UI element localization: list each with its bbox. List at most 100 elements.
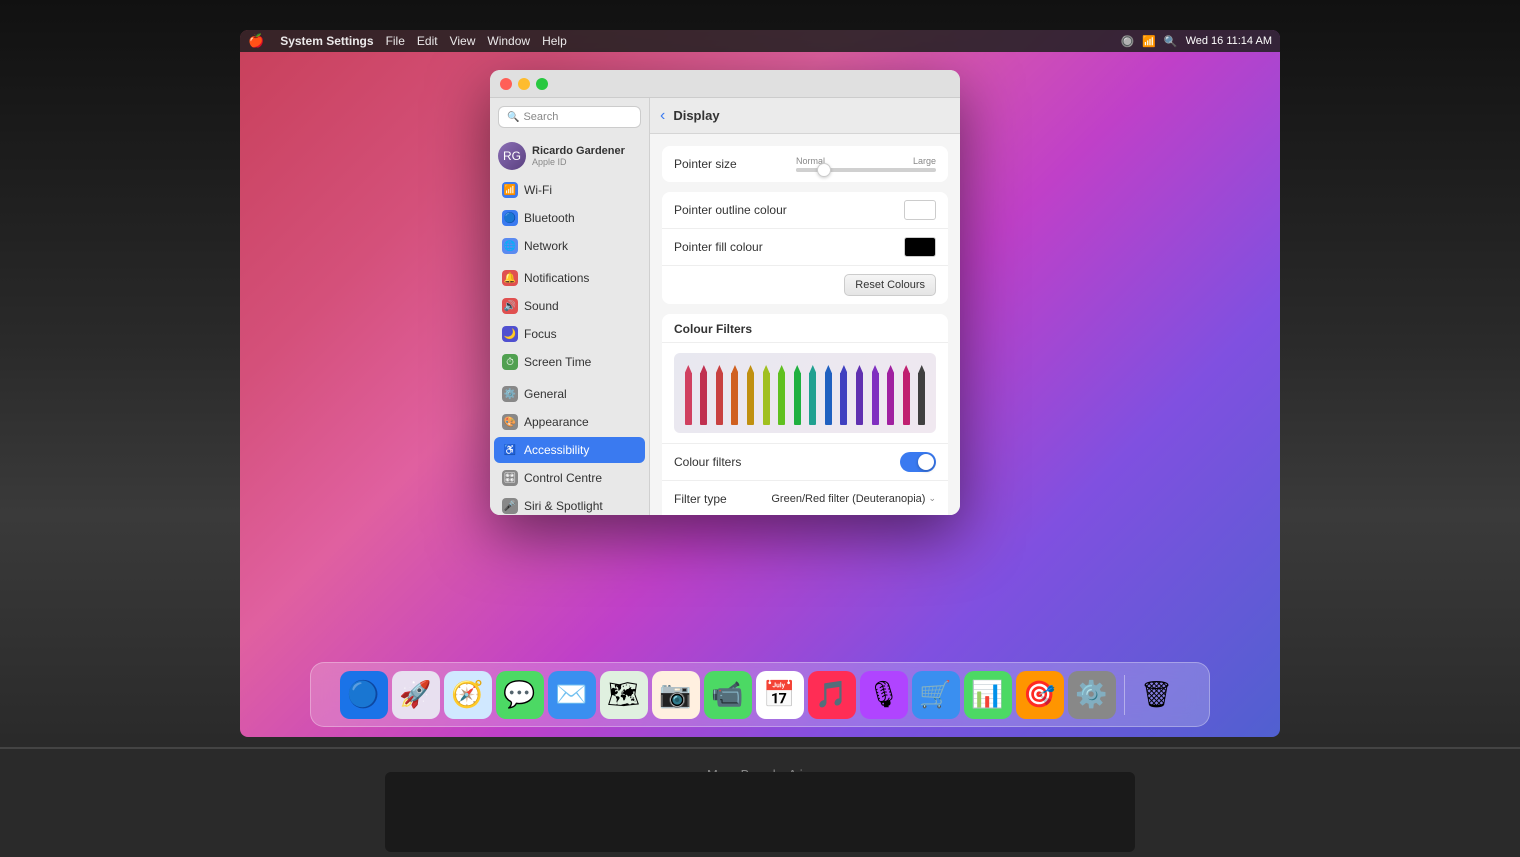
search-bar[interactable]: 🔍 Search xyxy=(498,106,641,128)
dock-facetime[interactable]: 📹 xyxy=(704,671,752,719)
window-menu[interactable]: Window xyxy=(487,34,530,48)
sidebar-item-wifi[interactable]: 📶 Wi-Fi xyxy=(494,177,645,203)
filter-type-label: Filter type xyxy=(674,492,771,506)
sidebar-item-sound[interactable]: 🔊 Sound xyxy=(494,293,645,319)
app-menu[interactable]: System Settings xyxy=(280,34,373,48)
pointer-fill-swatch[interactable] xyxy=(904,237,936,257)
dock-keynote[interactable]: 🎯 xyxy=(1016,671,1064,719)
pencil-tip-15 xyxy=(918,365,925,373)
maximize-button[interactable] xyxy=(536,78,548,90)
pointer-outline-swatch[interactable] xyxy=(904,200,936,220)
sidebar-item-general[interactable]: ⚙️ General xyxy=(494,381,645,407)
sidebar-item-siri-label: Siri & Spotlight xyxy=(524,499,603,513)
pencil-tip-5 xyxy=(763,365,770,373)
filter-type-dropdown[interactable]: Green/Red filter (Deuteranopia) ⌄ xyxy=(771,493,936,505)
dock-trash[interactable]: 🗑 xyxy=(1133,671,1181,719)
window-body: 🔍 Search RG Ricardo Gardener Apple ID 📶 … xyxy=(490,98,960,515)
pencil-9 xyxy=(822,365,835,425)
dock-messages[interactable]: 💬 xyxy=(496,671,544,719)
pencil-body-0 xyxy=(685,373,692,425)
search-icon: 🔍 xyxy=(507,112,519,123)
pencil-body-13 xyxy=(887,373,894,425)
user-profile[interactable]: RG Ricardo Gardener Apple ID xyxy=(490,136,649,176)
dock: 🔵 🚀 🧭 💬 ✉️ 🗺 📷 📹 📅 🎵 🎙 🛒 📊 🎯 ⚙️ 🗑 xyxy=(310,662,1210,727)
dock-mail[interactable]: ✉️ xyxy=(548,671,596,719)
pencil-0 xyxy=(682,365,695,425)
close-button[interactable] xyxy=(500,78,512,90)
sidebar-item-controlcentre[interactable]: 🎛 Control Centre xyxy=(494,465,645,491)
dock-numbers[interactable]: 📊 xyxy=(964,671,1012,719)
sidebar-item-accessibility[interactable]: ♿ Accessibility xyxy=(494,437,645,463)
pointer-size-row: Pointer size Normal Large xyxy=(662,146,948,182)
reset-colours-button[interactable]: Reset Colours xyxy=(844,274,936,296)
control-center-icon[interactable]: 🔘 xyxy=(1120,35,1134,48)
edit-menu[interactable]: Edit xyxy=(417,34,438,48)
sidebar-item-appearance[interactable]: 🎨 Appearance xyxy=(494,409,645,435)
sidebar-item-sound-label: Sound xyxy=(524,299,559,313)
pencil-tip-6 xyxy=(778,365,785,373)
pencil-tip-7 xyxy=(794,365,801,373)
screentime-icon: ⏱ xyxy=(502,354,518,370)
slider-labels: Normal Large xyxy=(796,156,936,166)
pointer-fill-label: Pointer fill colour xyxy=(674,240,904,254)
sidebar-item-bluetooth[interactable]: 🔵 Bluetooth xyxy=(494,205,645,231)
dock-maps[interactable]: 🗺 xyxy=(600,671,648,719)
main-content: ‹ Display Pointer size Normal xyxy=(650,98,960,515)
dropdown-chevron-icon: ⌄ xyxy=(928,493,936,504)
search-placeholder: Search xyxy=(523,111,558,123)
pencil-14 xyxy=(900,365,913,425)
dock-safari[interactable]: 🧭 xyxy=(444,671,492,719)
pencil-tip-11 xyxy=(856,365,863,373)
pointer-outline-row: Pointer outline colour xyxy=(662,192,948,229)
pencil-tip-2 xyxy=(716,365,723,373)
pointer-size-slider[interactable] xyxy=(796,168,936,172)
pencil-body-8 xyxy=(809,373,816,425)
pencil-body-3 xyxy=(731,373,738,425)
pencil-body-12 xyxy=(872,373,879,425)
pencil-body-1 xyxy=(700,373,707,425)
user-sub: Apple ID xyxy=(532,157,625,167)
slider-thumb[interactable] xyxy=(817,163,831,177)
colour-filters-toggle[interactable] xyxy=(900,452,936,472)
pointer-fill-row: Pointer fill colour xyxy=(662,229,948,266)
pencil-4 xyxy=(744,365,757,425)
pencil-tip-13 xyxy=(887,365,894,373)
view-menu[interactable]: View xyxy=(450,34,476,48)
sound-icon: 🔊 xyxy=(502,298,518,314)
minimize-button[interactable] xyxy=(518,78,530,90)
dock-appstore[interactable]: 🛒 xyxy=(912,671,960,719)
dock-launchpad[interactable]: 🚀 xyxy=(392,671,440,719)
sidebar-item-notifications[interactable]: 🔔 Notifications xyxy=(494,265,645,291)
sidebar-item-focus-label: Focus xyxy=(524,327,557,341)
wifi-status-icon[interactable]: 📶 xyxy=(1142,35,1156,48)
pencil-2 xyxy=(713,365,726,425)
sidebar-item-screentime[interactable]: ⏱ Screen Time xyxy=(494,349,645,375)
dock-podcasts[interactable]: 🎙 xyxy=(860,671,908,719)
pencil-body-7 xyxy=(794,373,801,425)
controlcentre-icon: 🎛 xyxy=(502,470,518,486)
siri-icon: 🎤 xyxy=(502,498,518,514)
appearance-icon: 🎨 xyxy=(502,414,518,430)
dock-photos[interactable]: 📷 xyxy=(652,671,700,719)
sidebar-item-focus[interactable]: 🌙 Focus xyxy=(494,321,645,347)
dock-music[interactable]: 🎵 xyxy=(808,671,856,719)
bluetooth-icon: 🔵 xyxy=(502,210,518,226)
sidebar-item-siri[interactable]: 🎤 Siri & Spotlight xyxy=(494,493,645,515)
sidebar-item-wifi-label: Wi-Fi xyxy=(524,183,552,197)
keyboard-area xyxy=(385,772,1135,852)
fill-color-swatch[interactable] xyxy=(904,237,936,257)
colour-filters-header: Colour Filters xyxy=(662,314,948,343)
help-menu[interactable]: Help xyxy=(542,34,567,48)
search-menubar-icon[interactable]: 🔍 xyxy=(1164,35,1178,48)
sidebar-item-network[interactable]: 🌐 Network xyxy=(494,233,645,259)
apple-menu-icon[interactable]: 🍎 xyxy=(248,33,264,49)
file-menu[interactable]: File xyxy=(386,34,405,48)
outline-color-swatch[interactable] xyxy=(904,200,936,220)
dock-finder[interactable]: 🔵 xyxy=(340,671,388,719)
dock-calendar[interactable]: 📅 xyxy=(756,671,804,719)
pointer-outline-label: Pointer outline colour xyxy=(674,203,904,217)
pointer-size-control: Normal Large xyxy=(796,156,936,172)
back-button[interactable]: ‹ xyxy=(660,107,665,125)
dock-systemprefs[interactable]: ⚙️ xyxy=(1068,671,1116,719)
content-body: Pointer size Normal Large xyxy=(650,134,960,515)
